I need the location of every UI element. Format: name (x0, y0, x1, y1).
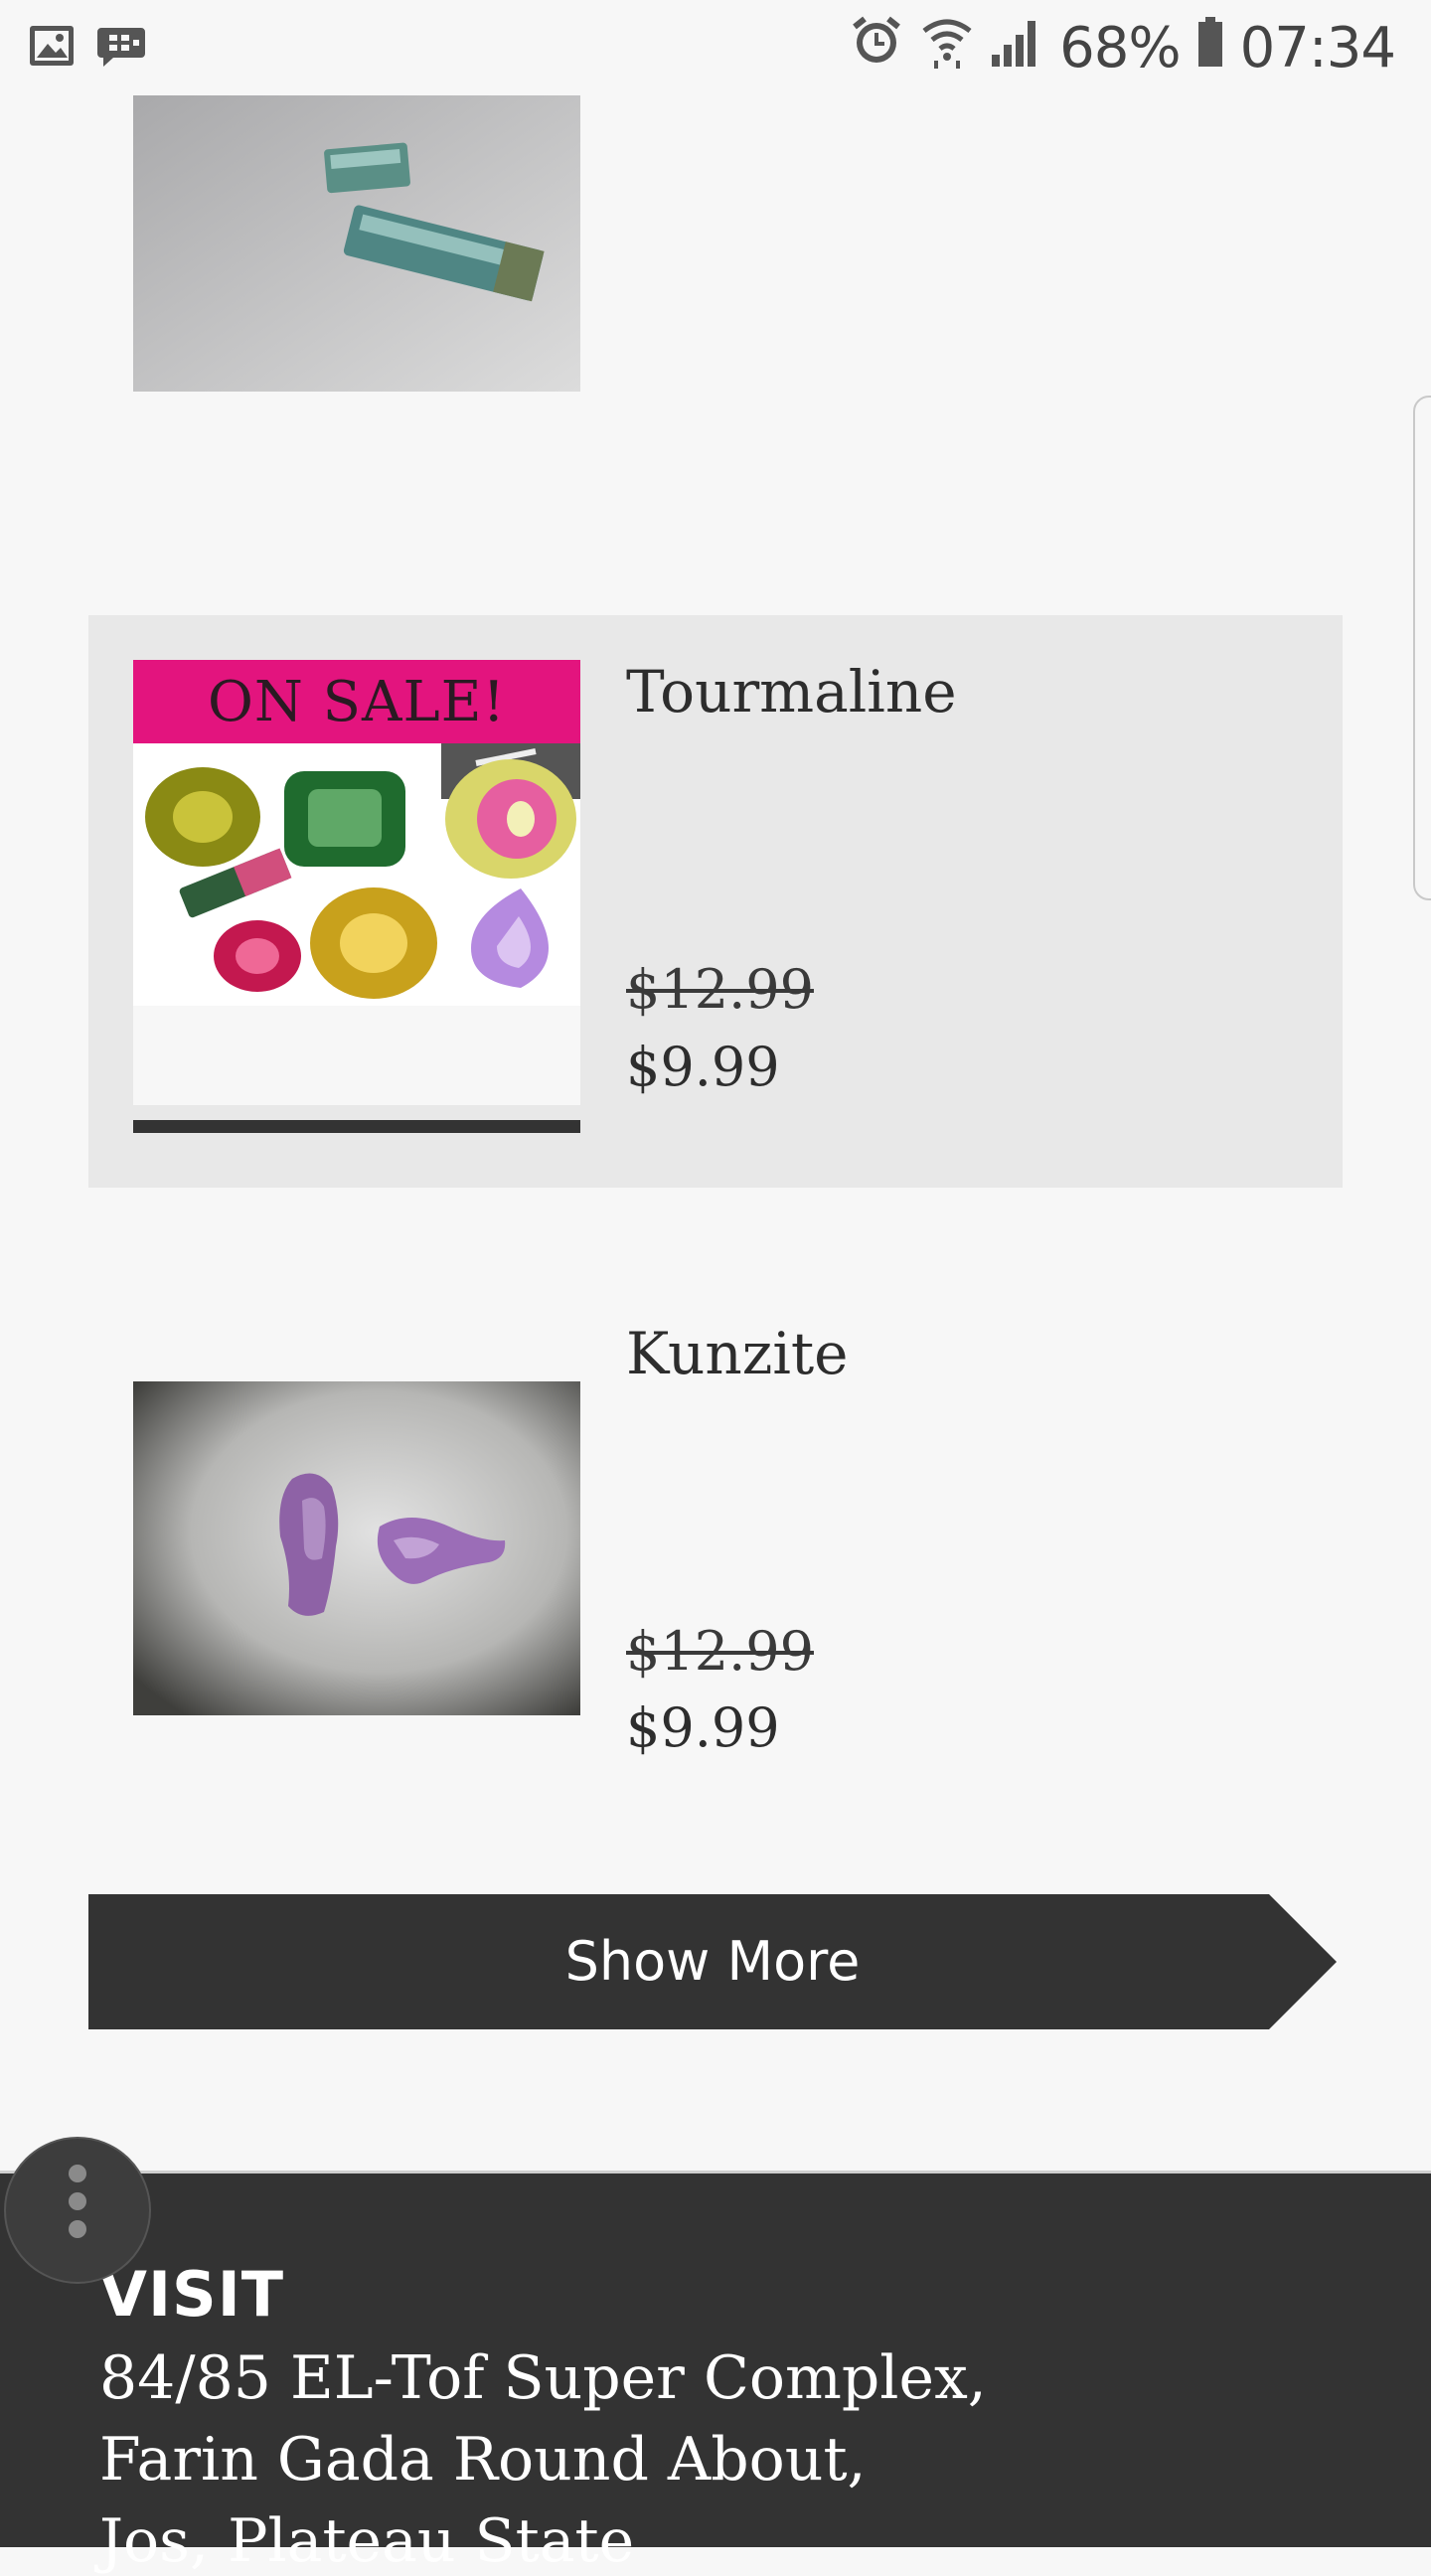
battery-icon (1196, 13, 1224, 82)
product-old-price: $12.99 (626, 1620, 814, 1683)
edge-panel-handle[interactable] (1413, 396, 1431, 900)
notification-icons (30, 26, 145, 67)
image-progress-bar (133, 1120, 580, 1133)
product-price: $9.99 (626, 1036, 780, 1098)
more-vert-icon (69, 2165, 86, 2182)
address-line: Farin Gada Round About, (99, 2425, 867, 2495)
wifi-icon (920, 13, 974, 82)
product-name[interactable]: Kunzite (626, 1320, 849, 1387)
status-right: 68% 07:34 (849, 13, 1396, 82)
status-left-icons (28, 22, 177, 72)
more-options-button[interactable] (4, 2137, 151, 2284)
product-image-kunzite[interactable] (133, 1381, 580, 1715)
status-bar: 68% 07:34 (0, 0, 1431, 95)
signal-icon (990, 13, 1043, 82)
alarm-icon (849, 13, 904, 82)
battery-percent: 68% (1059, 15, 1181, 80)
product-name[interactable]: Tourmaline (626, 658, 957, 725)
sale-badge: ON SALE! (133, 660, 580, 743)
address-line: 84/85 EL-Tof Super Complex, (99, 2343, 987, 2413)
bbm-icon (97, 28, 145, 67)
more-vert-icon-dot (69, 2220, 86, 2238)
show-more-label: Show More (564, 1930, 861, 1993)
clock: 07:34 (1239, 15, 1396, 80)
footer-heading: VISIT (99, 2258, 285, 2331)
product-image-crystals[interactable] (133, 95, 580, 392)
gallery-icon (30, 26, 74, 66)
more-vert-icon-dot (69, 2192, 86, 2210)
product-old-price: $12.99 (626, 958, 814, 1021)
address-line: Jos, Plateau State (99, 2506, 635, 2576)
product-price: $9.99 (626, 1696, 780, 1759)
